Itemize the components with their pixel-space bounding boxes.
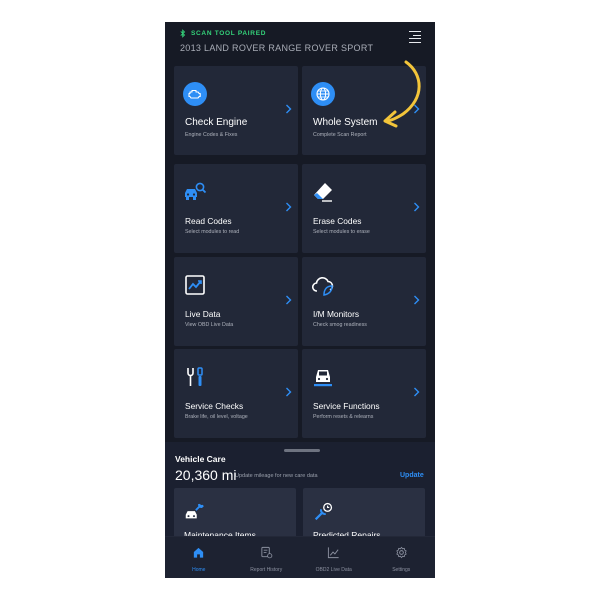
nav-label: Home	[192, 567, 206, 573]
nav-obd2-live-data[interactable]: OBD2 Live Data	[300, 537, 368, 578]
engine-icon	[183, 82, 207, 106]
mileage-value: 20,360 mi	[175, 467, 237, 483]
tile-check-engine[interactable]: Check Engine Engine Codes & Fixes	[174, 66, 298, 155]
eraser-icon	[314, 183, 332, 202]
tile-live-data[interactable]: Live Data View OBD Live Data	[174, 257, 298, 346]
nav-label: OBD2 Live Data	[315, 567, 352, 573]
chevron-right-icon	[286, 202, 292, 212]
home-icon	[193, 547, 204, 558]
tile-subtitle: Check smog readiness	[313, 322, 367, 328]
tile-read-codes[interactable]: Read Codes Select modules to read	[174, 164, 298, 253]
chevron-right-icon	[414, 387, 420, 397]
chart-icon	[185, 275, 205, 295]
tile-title: Erase Codes	[313, 216, 362, 226]
bluetooth-icon	[180, 29, 186, 38]
tile-subtitle: Brake life, oil level, voltage	[185, 414, 248, 420]
tile-subtitle: Select modules to read	[185, 229, 240, 235]
menu-icon[interactable]	[407, 31, 421, 43]
tile-subtitle: Select modules to erase	[313, 229, 370, 235]
tile-subtitle: Complete Scan Report	[313, 132, 367, 138]
nav-report-history[interactable]: Report History	[233, 537, 301, 578]
bottom-nav: Home Report History OBD2 Live Data Setti…	[165, 536, 435, 578]
tile-title: I/M Monitors	[313, 309, 360, 319]
tile-title: Check Engine	[185, 117, 248, 128]
tile-title: Read Codes	[185, 216, 232, 226]
tile-title: Live Data	[185, 309, 221, 319]
tile-subtitle: View OBD Live Data	[185, 322, 234, 328]
line-chart-icon	[327, 547, 339, 559]
cloud-leaf-icon	[311, 277, 334, 296]
wrench-clock-icon	[314, 502, 333, 521]
chevron-right-icon	[286, 104, 292, 114]
tile-subtitle: Perform resets & relearns	[313, 414, 374, 420]
tile-subtitle: Engine Codes & Fixes	[185, 132, 238, 138]
tile-whole-system[interactable]: Whole System Complete Scan Report	[302, 66, 426, 155]
tile-service-checks[interactable]: Service Checks Brake life, oil level, vo…	[174, 349, 298, 438]
header: SCAN TOOL PAIRED 2013 LAND ROVER RANGE R…	[165, 22, 435, 66]
tile-title: Service Functions	[313, 401, 380, 411]
app-screen: SCAN TOOL PAIRED 2013 LAND ROVER RANGE R…	[165, 22, 435, 578]
globe-icon	[311, 82, 335, 106]
update-mileage-link[interactable]: Update	[400, 472, 424, 479]
drag-handle[interactable]	[284, 449, 320, 452]
tile-erase-codes[interactable]: Erase Codes Select modules to erase	[302, 164, 426, 253]
pairing-status-label: SCAN TOOL PAIRED	[191, 30, 267, 37]
chevron-right-icon	[414, 202, 420, 212]
tools-icon	[187, 367, 203, 386]
tile-title: Service Checks	[185, 401, 244, 411]
tile-service-functions[interactable]: Service Functions Perform resets & relea…	[302, 349, 426, 438]
vehicle-name: 2013 LAND ROVER RANGE ROVER SPORT	[180, 43, 374, 53]
nav-home[interactable]: Home	[165, 537, 233, 578]
nav-label: Report History	[250, 567, 283, 573]
car-wrench-icon	[185, 503, 204, 519]
nav-settings[interactable]: Settings	[368, 537, 436, 578]
chevron-right-icon	[414, 295, 420, 305]
tile-im-monitors[interactable]: I/M Monitors Check smog readiness	[302, 257, 426, 346]
chevron-right-icon	[286, 295, 292, 305]
nav-label: Settings	[392, 567, 411, 573]
report-icon	[260, 546, 272, 559]
pairing-status: SCAN TOOL PAIRED	[180, 29, 266, 38]
chevron-right-icon	[414, 104, 420, 114]
mileage-note: Update mileage for new care data	[235, 473, 318, 479]
tile-title: Whole System	[313, 117, 378, 128]
car-search-icon	[185, 182, 207, 200]
car-lift-icon	[314, 370, 332, 387]
vehicle-care-title: Vehicle Care	[175, 454, 226, 464]
gear-icon	[395, 546, 407, 559]
chevron-right-icon	[286, 387, 292, 397]
